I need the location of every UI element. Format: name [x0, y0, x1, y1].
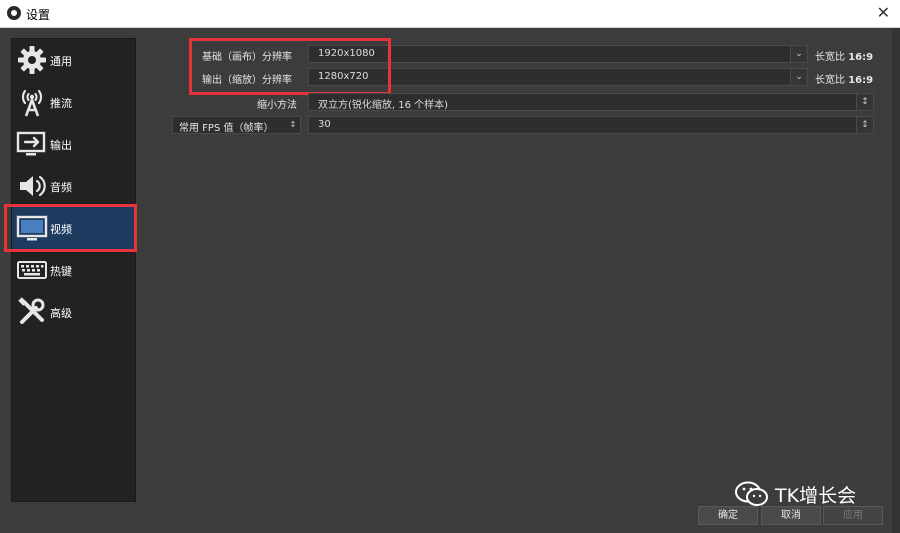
watermark-text: TK增长会	[775, 485, 857, 507]
ok-button[interactable]: 确定	[698, 506, 758, 525]
sidebar-item-hotkeys[interactable]: 热键	[12, 249, 135, 291]
sidebar-item-label: 推流	[50, 97, 72, 110]
wechat-icon	[735, 481, 768, 506]
close-icon[interactable]: ✕	[877, 3, 890, 23]
downscale-filter-value: 双立方(锐化缩放, 16 个样本)	[318, 100, 449, 111]
output-resolution-value: 1280x720	[318, 71, 369, 82]
aspect-ratio-label: 长宽比	[815, 75, 845, 86]
output-monitor-icon	[16, 131, 46, 156]
base-resolution-combo[interactable]: 1920x1080 ⌄	[308, 45, 808, 63]
sidebar-item-label: 高级	[50, 307, 72, 320]
sidebar-item-video[interactable]: 视频	[12, 207, 135, 249]
spinner-updown-icon[interactable]: ↕	[286, 117, 300, 133]
fps-value-combo[interactable]: 30 ↕	[308, 116, 874, 134]
fps-type-select[interactable]: 常用 FPS 值（帧率） ↕	[172, 116, 301, 134]
window-edge	[892, 28, 900, 533]
tools-icon	[18, 297, 45, 324]
aspect-ratio-value: 16:9	[848, 52, 874, 63]
sidebar-item-advanced[interactable]: 高级	[12, 291, 135, 333]
sidebar-item-label: 热键	[50, 265, 72, 278]
keyboard-icon	[17, 261, 47, 279]
sidebar-item-output[interactable]: 输出	[12, 123, 135, 165]
output-resolution-combo[interactable]: 1280x720 ⌄	[308, 68, 808, 86]
settings-sidebar: 通用 推流 输出 音频 视频 热键 高级	[11, 38, 136, 502]
output-aspect-ratio: 长宽比 16:9	[815, 71, 873, 86]
sidebar-item-label: 输出	[50, 139, 72, 152]
spinner-updown-icon[interactable]: ↕	[856, 117, 873, 133]
aspect-ratio-value: 16:9	[848, 75, 874, 86]
window-title: 设置	[26, 8, 51, 22]
obs-logo-icon	[7, 6, 21, 20]
monitor-icon	[16, 215, 48, 241]
speaker-icon	[20, 175, 46, 197]
downscale-filter-label: 缩小方法	[257, 100, 297, 111]
gear-icon	[18, 46, 46, 74]
downscale-filter-combo[interactable]: 双立方(锐化缩放, 16 个样本) ↕	[308, 93, 874, 111]
aspect-ratio-label: 长宽比	[815, 52, 845, 63]
sidebar-item-audio[interactable]: 音频	[12, 165, 135, 207]
sidebar-item-label: 音频	[50, 181, 72, 194]
sidebar-item-general[interactable]: 通用	[12, 39, 135, 81]
title-bar: 设置 ✕	[0, 0, 900, 28]
sidebar-item-label: 视频	[50, 223, 72, 236]
sidebar-item-stream[interactable]: 推流	[12, 81, 135, 123]
broadcast-antenna-icon	[21, 89, 43, 117]
chevron-down-icon[interactable]: ⌄	[790, 69, 807, 85]
apply-button[interactable]: 应用	[823, 506, 883, 525]
base-resolution-label: 基础（画布）分辨率	[202, 52, 292, 63]
chevron-down-icon[interactable]: ⌄	[790, 46, 807, 62]
fps-value: 30	[318, 119, 331, 130]
sidebar-item-label: 通用	[50, 55, 72, 68]
spinner-updown-icon[interactable]: ↕	[856, 94, 873, 110]
output-resolution-label: 输出（缩放）分辨率	[202, 75, 292, 86]
fps-type-label: 常用 FPS 值（帧率）	[179, 123, 274, 134]
base-aspect-ratio: 长宽比 16:9	[815, 48, 873, 63]
cancel-button[interactable]: 取消	[761, 506, 821, 525]
base-resolution-value: 1920x1080	[318, 48, 375, 59]
